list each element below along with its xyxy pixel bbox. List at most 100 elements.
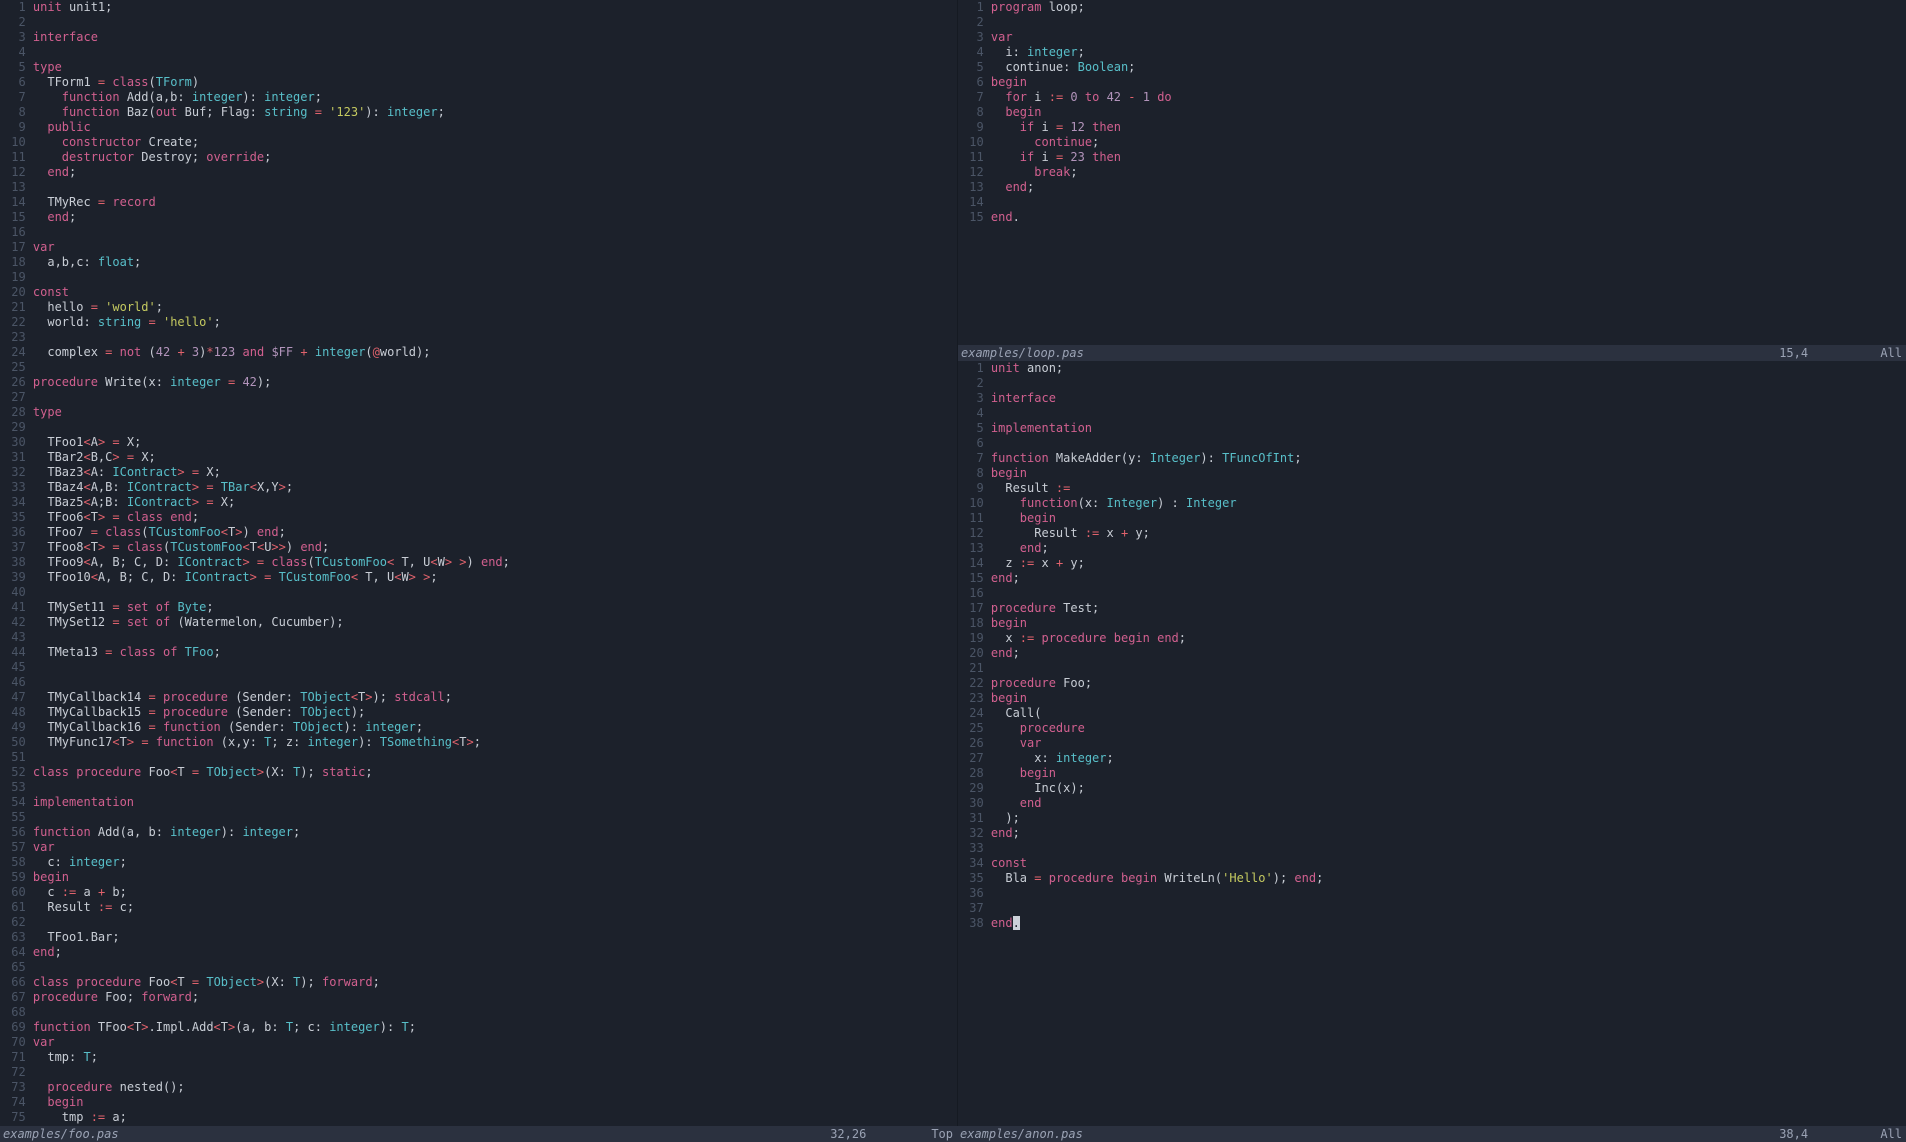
code-line[interactable]: 2 [958, 376, 1906, 391]
code-line[interactable]: 29 [0, 420, 957, 435]
editor-pane-foo[interactable]: 1unit unit1;23interface45type6 TForm1 = … [0, 0, 957, 1126]
code-line[interactable]: 17procedure Test; [958, 601, 1906, 616]
code-line[interactable]: 52class procedure Foo<T = TObject>(X: T)… [0, 765, 957, 780]
code-line[interactable]: 53 [0, 780, 957, 795]
code-line[interactable]: 72 [0, 1065, 957, 1080]
code-line[interactable]: 39 TFoo10<A, B; C, D: IContract> = TCust… [0, 570, 957, 585]
code-line[interactable]: 62 [0, 915, 957, 930]
code-line[interactable]: 31 TBar2<B,C> = X; [0, 450, 957, 465]
code-line[interactable]: 13 end; [958, 541, 1906, 556]
code-line[interactable]: 47 TMyCallback14 = procedure (Sender: TO… [0, 690, 957, 705]
code-line[interactable]: 63 TFoo1.Bar; [0, 930, 957, 945]
code-line[interactable]: 46 [0, 675, 957, 690]
code-line[interactable]: 59begin [0, 870, 957, 885]
code-line[interactable]: 21 hello = 'world'; [0, 300, 957, 315]
code-line[interactable]: 44 TMeta13 = class of TFoo; [0, 645, 957, 660]
code-line[interactable]: 43 [0, 630, 957, 645]
code-line[interactable]: 30 TFoo1<A> = X; [0, 435, 957, 450]
code-line[interactable]: 33 TBaz4<A,B: IContract> = TBar<X,Y>; [0, 480, 957, 495]
code-line[interactable]: 15 end; [0, 210, 957, 225]
code-line[interactable] [958, 961, 1906, 976]
code-line[interactable]: 33 [958, 841, 1906, 856]
code-line[interactable]: 35 TFoo6<T> = class end; [0, 510, 957, 525]
code-line[interactable]: 22procedure Foo; [958, 676, 1906, 691]
code-line[interactable] [958, 1111, 1906, 1126]
code-line[interactable]: 10 constructor Create; [0, 135, 957, 150]
code-line[interactable]: 6 TForm1 = class(TForm) [0, 75, 957, 90]
code-line[interactable]: 3var [958, 30, 1906, 45]
code-line[interactable] [958, 931, 1906, 946]
code-line[interactable] [958, 240, 1906, 255]
code-line[interactable]: 5 continue: Boolean; [958, 60, 1906, 75]
code-line[interactable]: 40 [0, 585, 957, 600]
code-line[interactable] [958, 1066, 1906, 1081]
code-line[interactable]: 55 [0, 810, 957, 825]
code-line[interactable] [958, 225, 1906, 240]
code-line[interactable]: 9 public [0, 120, 957, 135]
code-line[interactable] [958, 315, 1906, 330]
statusline-anon[interactable]: examples/anon.pas 38,4 All [957, 1126, 1906, 1142]
statusline-foo[interactable]: examples/foo.pas 32,26 Top [0, 1126, 957, 1142]
code-line[interactable]: 25 [0, 360, 957, 375]
code-line[interactable] [958, 285, 1906, 300]
code-line[interactable]: 7 for i := 0 to 42 - 1 do [958, 90, 1906, 105]
editor-pane-anon[interactable]: 1unit anon;23interface45implementation67… [958, 361, 1906, 1126]
code-line[interactable]: 13 [0, 180, 957, 195]
code-line[interactable]: 19 [0, 270, 957, 285]
code-line[interactable]: 42 TMySet12 = set of (Watermelon, Cucumb… [0, 615, 957, 630]
code-line[interactable]: 57var [0, 840, 957, 855]
code-line[interactable] [958, 1081, 1906, 1096]
code-line[interactable]: 41 TMySet11 = set of Byte; [0, 600, 957, 615]
code-line[interactable]: 32 TBaz3<A: IContract> = X; [0, 465, 957, 480]
code-line[interactable] [958, 1021, 1906, 1036]
code-line[interactable] [958, 1096, 1906, 1111]
code-line[interactable]: 3interface [0, 30, 957, 45]
code-line[interactable]: 26procedure Write(x: integer = 42); [0, 375, 957, 390]
code-line[interactable]: 10 continue; [958, 135, 1906, 150]
code-line[interactable] [958, 330, 1906, 345]
code-line[interactable]: 7 function Add(a,b: integer): integer; [0, 90, 957, 105]
code-line[interactable] [958, 991, 1906, 1006]
code-line[interactable]: 21 [958, 661, 1906, 676]
code-line[interactable]: 34const [958, 856, 1906, 871]
code-line[interactable]: 14 TMyRec = record [0, 195, 957, 210]
code-line[interactable]: 5type [0, 60, 957, 75]
code-line[interactable]: 18 a,b,c: float; [0, 255, 957, 270]
code-line[interactable]: 11 begin [958, 511, 1906, 526]
code-line[interactable] [958, 270, 1906, 285]
code-line[interactable] [958, 1006, 1906, 1021]
code-line[interactable]: 71 tmp: T; [0, 1050, 957, 1065]
code-line[interactable]: 48 TMyCallback15 = procedure (Sender: TO… [0, 705, 957, 720]
code-line[interactable]: 15end. [958, 210, 1906, 225]
code-line[interactable]: 17var [0, 240, 957, 255]
code-line[interactable]: 1unit unit1; [0, 0, 957, 15]
code-line[interactable]: 75 tmp := a; [0, 1110, 957, 1125]
code-line[interactable]: 58 c: integer; [0, 855, 957, 870]
code-line[interactable]: 1program loop; [958, 0, 1906, 15]
code-line[interactable]: 29 Inc(x); [958, 781, 1906, 796]
code-line[interactable]: 9 Result := [958, 481, 1906, 496]
code-line[interactable]: 4 [0, 45, 957, 60]
code-line[interactable]: 8begin [958, 466, 1906, 481]
code-line[interactable]: 36 TFoo7 = class(TCustomFoo<T>) end; [0, 525, 957, 540]
code-line[interactable]: 73 procedure nested(); [0, 1080, 957, 1095]
code-line[interactable]: 12 Result := x + y; [958, 526, 1906, 541]
code-line[interactable]: 31 ); [958, 811, 1906, 826]
code-line[interactable]: 6begin [958, 75, 1906, 90]
code-line[interactable]: 4 [958, 406, 1906, 421]
code-line[interactable]: 27 [0, 390, 957, 405]
code-line[interactable]: 20end; [958, 646, 1906, 661]
code-line[interactable]: 12 end; [0, 165, 957, 180]
code-line[interactable] [958, 255, 1906, 270]
code-line[interactable]: 36 [958, 886, 1906, 901]
code-line[interactable]: 14 [958, 195, 1906, 210]
code-line[interactable]: 13 end; [958, 180, 1906, 195]
code-line[interactable]: 28type [0, 405, 957, 420]
code-line[interactable] [958, 1051, 1906, 1066]
code-line[interactable]: 27 x: integer; [958, 751, 1906, 766]
code-line[interactable]: 34 TBaz5<A;B: IContract> = X; [0, 495, 957, 510]
code-line[interactable]: 22 world: string = 'hello'; [0, 315, 957, 330]
code-line[interactable]: 6 [958, 436, 1906, 451]
code-line[interactable]: 32end; [958, 826, 1906, 841]
code-line[interactable]: 5implementation [958, 421, 1906, 436]
